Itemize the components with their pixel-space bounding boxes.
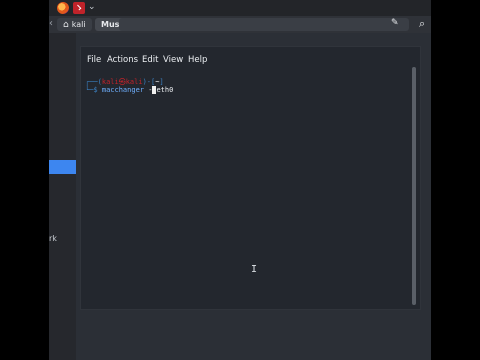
command-arg-rest: eth0 (156, 86, 174, 94)
prompt-line: ┌──(kali㉿kali)-[~] (85, 78, 164, 86)
top-taskbar: ⌄ (49, 0, 431, 16)
ibeam-cursor-icon: I (251, 264, 258, 275)
screen-border (431, 16, 480, 360)
terminal-icon[interactable] (73, 2, 85, 14)
terminal-window[interactable]: File Actions Edit View Help ┌──(kali㉿kal… (80, 46, 421, 310)
firefox-icon[interactable] (57, 2, 69, 14)
command-arg: - (144, 86, 153, 94)
desktop-screen: ⌄ ‹ ⌂ kali Music ✎ ⌕ rk File Actions Edit… (49, 0, 431, 360)
menu-view[interactable]: View (163, 55, 183, 65)
menu-actions[interactable]: Actions (107, 55, 138, 65)
menu-help[interactable]: Help (188, 55, 207, 65)
breadcrumb-home-label: kali (71, 20, 86, 29)
terminal-scrollbar[interactable] (412, 67, 416, 305)
chevron-down-icon[interactable]: ⌄ (88, 2, 96, 12)
breadcrumb-home[interactable]: ⌂ kali (57, 18, 92, 31)
menu-edit[interactable]: Edit (142, 55, 158, 65)
prompt-dollar: └─$ (85, 86, 102, 94)
menu-file[interactable]: File (87, 55, 101, 65)
sidebar-item-selected[interactable] (49, 160, 76, 174)
prompt-bracket-open: ┌──( (85, 78, 102, 86)
file-manager-pathbar: ‹ ⌂ kali Music ✎ ⌕ (49, 16, 431, 33)
home-icon: ⌂ (63, 20, 69, 30)
file-manager-sidebar: rk (49, 33, 76, 360)
prompt-user: kali㉿kali (101, 78, 143, 86)
path-field[interactable] (119, 18, 409, 31)
terminal-menubar: File Actions Edit View Help (81, 47, 420, 71)
prompt-separator: )-[ (142, 78, 156, 86)
prompt-bracket-close: ] (159, 78, 164, 86)
command-text: macchanger (101, 86, 145, 94)
chevron-left-icon[interactable]: ‹ (49, 18, 55, 31)
file-manager-content (76, 310, 431, 360)
sidebar-item-network[interactable]: rk (49, 234, 57, 243)
pencil-icon[interactable]: ✎ (391, 18, 399, 28)
scrollbar-thumb[interactable] (412, 67, 416, 305)
command-line[interactable]: └─$ macchanger - eth0 (85, 86, 173, 94)
search-icon[interactable]: ⌕ (419, 17, 425, 31)
